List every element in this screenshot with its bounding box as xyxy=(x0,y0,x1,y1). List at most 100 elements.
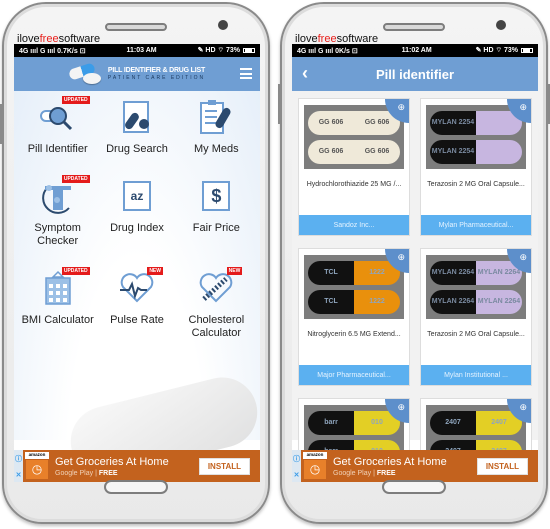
manufacturer-label: Mylan Pharmaceutical... xyxy=(421,215,531,235)
pill-name: Hydrochlorothiazide 25 MG /... xyxy=(306,181,402,188)
tile-label: Fair Price xyxy=(192,222,240,234)
imprint-a: GG 606 xyxy=(308,139,354,164)
home-button[interactable] xyxy=(382,480,446,494)
status-icons: ✎ HD ⌔ 73% xyxy=(475,47,518,54)
imprint-a: barr xyxy=(308,410,354,435)
home-grid-area: UPDATED Pill Identifier Drug Search My M… xyxy=(14,91,260,482)
tile-symptom-checker[interactable]: UPDATED Symptom Checker xyxy=(18,175,97,248)
page-title: Pill identifier xyxy=(375,66,454,82)
pill-image: TCL 1222 TCL 1222 xyxy=(304,255,404,319)
ad-store: Google Play xyxy=(333,469,372,477)
pill-card[interactable]: MYLAN 2264 MYLAN 2264 MYLAN 2264 MYLAN 2… xyxy=(420,248,532,386)
capsule-shape: MYLAN 2254 xyxy=(430,139,522,164)
ad-store: Google Play xyxy=(55,469,94,477)
ad-close-icon[interactable]: ✕ xyxy=(16,471,22,479)
app-header: PILL IDENTIFIER & DRUG LIST PATIENT CARE… xyxy=(14,57,260,91)
ad-brand: amazon xyxy=(25,452,49,459)
imprint-a: MYLAN 2264 xyxy=(430,260,476,285)
imprint-a: MYLAN 2254 xyxy=(430,139,476,164)
clock: 11:03 AM xyxy=(126,47,157,54)
tile-drug-search[interactable]: Drug Search xyxy=(97,99,176,156)
tile-fair-price[interactable]: $ Fair Price xyxy=(177,178,256,248)
drug-search-icon xyxy=(117,99,157,135)
pill-image: GG 606 GG 606 GG 606 GG 606 xyxy=(304,105,404,169)
tile-pulse-rate[interactable]: NEW Pulse Rate xyxy=(97,267,176,340)
ad-banner[interactable]: ⓘ ✕ amazon ◷ Get Groceries At Home Googl… xyxy=(292,450,538,482)
manufacturer-label: Sandoz Inc... xyxy=(299,215,409,235)
imprint-b: MYLAN 2264 xyxy=(476,289,522,314)
ad-separator: | xyxy=(373,469,375,477)
status-bar: 4G ıııl G ıııl 0.7K/s ⊡ 11:03 AM ✎ HD ⌔ … xyxy=(14,44,260,57)
capsule-shape: GG 606 GG 606 xyxy=(308,110,400,135)
clock: 11:02 AM xyxy=(401,47,432,54)
status-icons: ✎ HD ⌔ 73% xyxy=(197,47,240,54)
tile-label: Drug Index xyxy=(110,222,164,234)
heart-artery-icon: NEW xyxy=(196,267,243,306)
ad-info-icon[interactable]: ⓘ xyxy=(293,454,300,464)
home-button[interactable] xyxy=(104,480,168,494)
ad-price: FREE xyxy=(376,469,396,477)
capsule-shape: barr 010 xyxy=(308,410,400,435)
tile-bmi-calculator[interactable]: UPDATED BMI Calculator xyxy=(18,267,97,340)
pill-card-grid: GG 606 GG 606 GG 606 GG 606 ⊕ Hydrochlor… xyxy=(298,98,532,482)
hamburger-menu-icon[interactable] xyxy=(240,68,252,79)
imprint-a: GG 606 xyxy=(308,110,354,135)
front-camera xyxy=(496,20,506,30)
network-status: 4G ıııl G ıııl 0K/s ⊡ xyxy=(297,47,358,55)
imprint-a: TCL xyxy=(308,260,354,285)
tile-my-meds[interactable]: My Meds xyxy=(177,99,256,156)
pill-card[interactable]: MYLAN 2254 MYLAN 2254 ⊕ Terazosin 2 MG O… xyxy=(420,98,532,236)
app-title: PILL IDENTIFIER & DRUG LIST xyxy=(107,67,206,74)
install-button[interactable]: INSTALL xyxy=(198,457,250,475)
updated-badge: UPDATED xyxy=(61,267,90,275)
ad-info-icon[interactable]: ⓘ xyxy=(15,454,22,464)
tile-label: Cholesterol Calculator xyxy=(188,314,245,339)
tile-label: Drug Search xyxy=(106,143,168,155)
ad-separator: | xyxy=(95,469,97,477)
imprint-a: MYLAN 2264 xyxy=(430,289,476,314)
capsule-shape: MYLAN 2264 MYLAN 2264 xyxy=(430,260,522,285)
back-arrow-icon[interactable]: ‹ xyxy=(302,63,308,84)
imprint-a: 2407 xyxy=(430,410,476,435)
imprint-b xyxy=(476,139,522,164)
imprint-a: MYLAN 2254 xyxy=(430,110,476,135)
az-icon-text: az xyxy=(122,181,151,211)
body-symptom-icon: UPDATED xyxy=(38,175,90,214)
clipboard-pill-icon xyxy=(196,99,236,135)
speaker-grille xyxy=(383,23,445,31)
tile-label: BMI Calculator xyxy=(21,314,94,326)
updated-badge: UPDATED xyxy=(61,96,90,104)
pill-magnifier-icon: UPDATED xyxy=(38,96,90,135)
app-subtitle: PATIENT CARE EDITION xyxy=(107,75,206,81)
ad-controls: ⓘ ✕ xyxy=(292,450,301,482)
battery-icon xyxy=(521,48,533,53)
tile-drug-index[interactable]: az Drug Index xyxy=(97,178,176,248)
tile-cholesterol-calculator[interactable]: NEW Cholesterol Calculator xyxy=(177,267,256,340)
volume-button xyxy=(278,84,281,124)
pill-identifier-screen: 4G ıııl G ıııl 0K/s ⊡ 11:02 AM ✎ HD ⌔ 73… xyxy=(292,44,538,482)
ad-controls: ⓘ ✕ xyxy=(14,450,23,482)
tile-pill-identifier[interactable]: UPDATED Pill Identifier xyxy=(18,96,97,156)
ad-banner[interactable]: ⓘ ✕ amazon ◷ Get Groceries At Home Googl… xyxy=(14,450,260,482)
left-phone-frame: ilovefreesoftware 4G ıııl G ıııl 0.7K/s … xyxy=(0,2,270,524)
ad-close-icon[interactable]: ✕ xyxy=(294,471,300,479)
home-screen: 4G ıııl G ıııl 0.7K/s ⊡ 11:03 AM ✎ HD ⌔ … xyxy=(14,44,260,482)
calculator-icon: UPDATED xyxy=(38,267,90,306)
right-phone-frame: ilovefreesoftware 4G ıııl G ıııl 0K/s ⊡ … xyxy=(278,2,550,524)
status-bar: 4G ıııl G ıııl 0K/s ⊡ 11:02 AM ✎ HD ⌔ 73… xyxy=(292,44,538,57)
dollar-icon-text: $ xyxy=(202,181,231,211)
capsule-shape: 2407 2407 xyxy=(430,410,522,435)
ad-headline: Get Groceries At Home xyxy=(55,455,169,468)
install-button[interactable]: INSTALL xyxy=(476,457,528,475)
new-badge: NEW xyxy=(147,267,163,275)
capsule-shape: MYLAN 2264 MYLAN 2264 xyxy=(430,289,522,314)
new-badge: NEW xyxy=(226,267,243,275)
amazon-logo-icon: amazon ◷ xyxy=(303,452,327,480)
tile-label: Pill Identifier xyxy=(27,143,88,155)
front-camera xyxy=(218,20,228,30)
heart-pulse-icon: NEW xyxy=(117,267,163,306)
pill-card[interactable]: TCL 1222 TCL 1222 ⊕ Nitroglycerin 6.5 MG… xyxy=(298,248,410,386)
imprint-b: 1222 xyxy=(354,289,400,314)
pill-card[interactable]: GG 606 GG 606 GG 606 GG 606 ⊕ Hydrochlor… xyxy=(298,98,410,236)
pill-image: MYLAN 2264 MYLAN 2264 MYLAN 2264 MYLAN 2… xyxy=(426,255,526,319)
